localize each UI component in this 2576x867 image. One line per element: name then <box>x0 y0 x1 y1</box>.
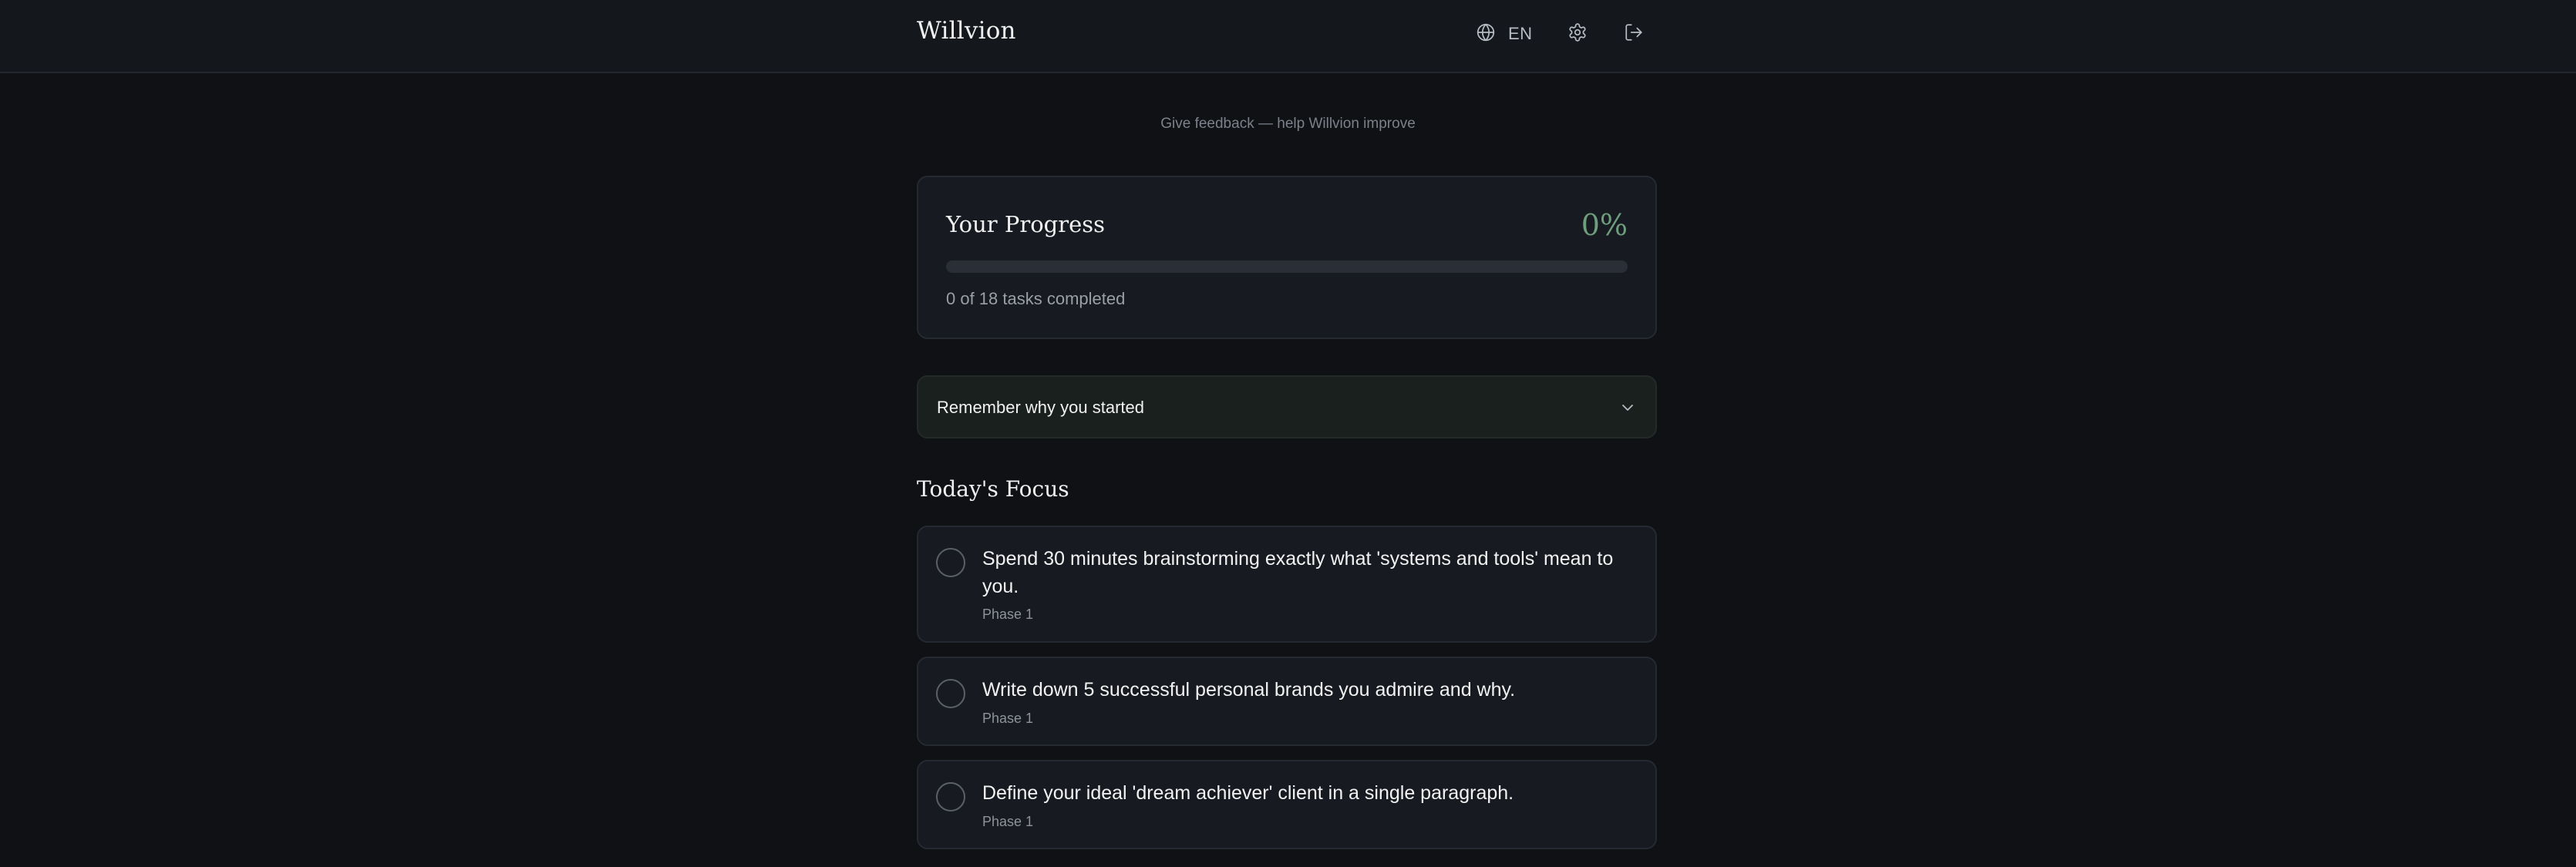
top-navigation-bar: Willvion EN <box>0 0 2576 73</box>
logout-button[interactable] <box>1624 20 1644 48</box>
task-card[interactable]: Define your ideal 'dream achiever' clien… <box>917 760 1657 849</box>
task-checkbox[interactable] <box>936 548 965 577</box>
gear-icon <box>1567 22 1588 46</box>
tasks-completed-count: 0 of 18 tasks completed <box>946 289 1126 308</box>
task-title: Spend 30 minutes brainstorming exactly w… <box>982 548 1614 597</box>
remember-why-accordion[interactable]: Remember why you started <box>917 375 1657 439</box>
task-phase: Phase 1 <box>982 814 1034 829</box>
todays-focus-heading: Today's Focus <box>917 476 1069 502</box>
task-title: Define your ideal 'dream achiever' clien… <box>982 782 1514 804</box>
language-label: EN <box>1508 24 1533 43</box>
progress-bar <box>946 260 1628 273</box>
task-card[interactable]: Write down 5 successful personal brands … <box>917 657 1657 746</box>
globe-icon <box>1476 22 1496 46</box>
task-phase: Phase 1 <box>982 711 1034 726</box>
remember-why-label: Remember why you started <box>937 398 1144 417</box>
chevron-down-icon <box>1618 398 1637 417</box>
task-title: Write down 5 successful personal brands … <box>982 679 1516 701</box>
task-card[interactable]: Spend 30 minutes brainstorming exactly w… <box>917 526 1657 643</box>
brand-logo[interactable]: Willvion <box>917 17 1016 45</box>
task-phase: Phase 1 <box>982 607 1034 622</box>
logout-icon <box>1624 22 1644 46</box>
language-selector[interactable]: EN <box>1476 20 1533 48</box>
progress-title: Your Progress <box>946 211 1106 237</box>
progress-percent: 0% <box>1581 208 1628 242</box>
task-checkbox[interactable] <box>936 679 965 708</box>
progress-card: Your Progress 0% 0 of 18 tasks completed <box>917 176 1657 339</box>
feedback-link[interactable]: Give feedback — help Willvion improve <box>0 116 2576 133</box>
task-checkbox[interactable] <box>936 782 965 812</box>
settings-button[interactable] <box>1567 20 1588 48</box>
